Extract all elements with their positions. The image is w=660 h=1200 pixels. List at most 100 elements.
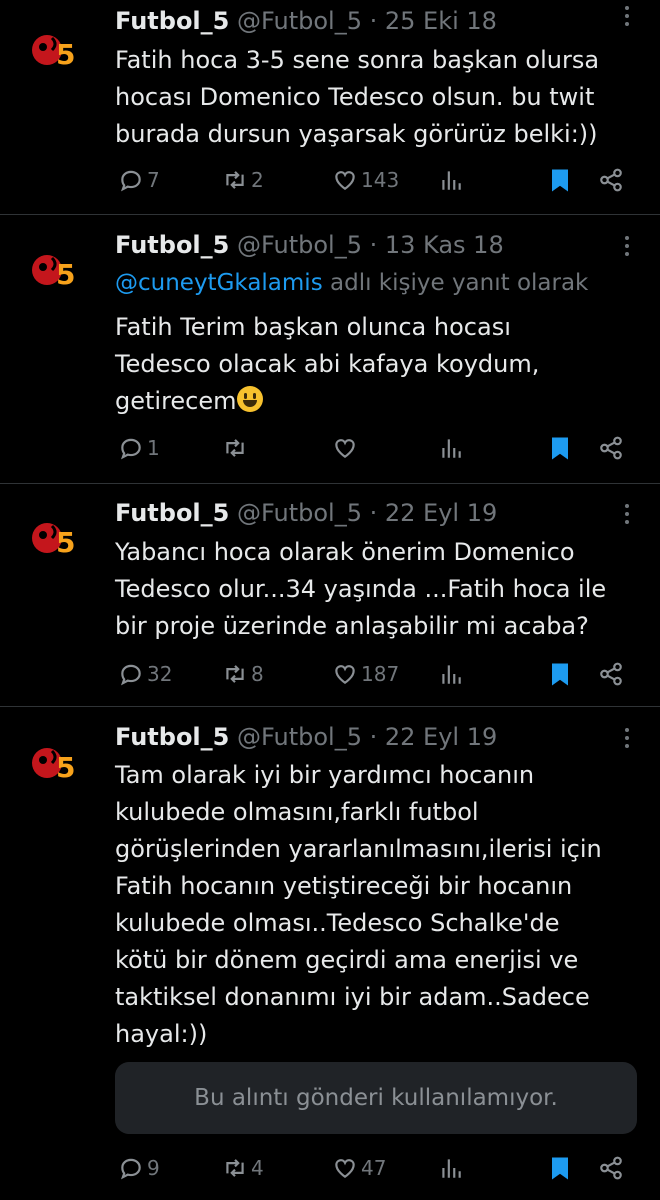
views-icon <box>438 435 464 461</box>
tweet[interactable]: 5 Futbol_5 @Futbol_5 · 22 Eyl 19 Yabancı… <box>0 484 660 706</box>
bookmark-icon <box>548 167 572 193</box>
heart-icon <box>332 1155 358 1181</box>
reply-icon <box>118 167 144 193</box>
tweet-text: Yabancı hoca olarak önerim Domenico Tede… <box>115 538 607 640</box>
reply-button[interactable]: 32 <box>118 661 172 687</box>
svg-text:5: 5 <box>56 526 75 559</box>
like-count: 143 <box>361 168 400 192</box>
reply-button[interactable]: 1 <box>118 435 160 461</box>
like-button[interactable]: 47 <box>332 1155 386 1181</box>
author-meta[interactable]: @Futbol_5 · 22 Eyl 19 <box>237 499 497 527</box>
tweet-text-body: Fatih Terim başkan olunca hocası Tedesco… <box>115 313 540 415</box>
avatar[interactable]: 5 <box>32 246 78 292</box>
tweet-header: Futbol_5 @Futbol_5 · 25 Eki 18 <box>115 6 600 36</box>
author-name[interactable]: Futbol_5 <box>115 231 229 259</box>
bookmark-icon <box>548 661 572 687</box>
retweet-button[interactable]: 8 <box>222 661 264 687</box>
retweet-button[interactable]: 4 <box>222 1155 264 1181</box>
avatar[interactable]: 5 <box>32 514 78 560</box>
retweet-button[interactable]: 2 <box>222 167 264 193</box>
views-button[interactable] <box>438 435 464 461</box>
tweet[interactable]: 5 Futbol_5 @Futbol_5 · 25 Eki 18 Fatih h… <box>0 0 660 214</box>
avatar[interactable]: 5 <box>32 26 78 72</box>
svg-text:5: 5 <box>56 751 75 784</box>
views-icon <box>438 1155 464 1181</box>
author-meta[interactable]: @Futbol_5 · 13 Kas 18 <box>237 231 504 259</box>
grinning-emoji-icon <box>236 386 263 412</box>
like-button[interactable]: 143 <box>332 167 399 193</box>
tweet-actions: 7 2 143 <box>0 167 660 197</box>
tweet-header: Futbol_5 @Futbol_5 · 22 Eyl 19 <box>115 722 600 752</box>
avatar[interactable]: 5 <box>32 739 78 785</box>
retweet-icon <box>222 1155 248 1181</box>
author-name[interactable]: Futbol_5 <box>115 499 229 527</box>
like-count: 187 <box>361 662 400 686</box>
views-button[interactable] <box>438 661 464 687</box>
heart-icon <box>332 435 358 461</box>
views-icon <box>438 661 464 687</box>
reply-count: 9 <box>147 1156 160 1180</box>
svg-text:5: 5 <box>56 258 75 291</box>
bookmark-button[interactable] <box>548 167 572 193</box>
retweet-count: 2 <box>251 168 264 192</box>
reply-button[interactable]: 7 <box>118 167 160 193</box>
tweet[interactable]: 5 Futbol_5 @Futbol_5 · 13 Kas 18 @cuneyt… <box>0 215 660 483</box>
views-button[interactable] <box>438 1155 464 1181</box>
author-meta[interactable]: @Futbol_5 · 22 Eyl 19 <box>237 723 497 751</box>
share-button[interactable] <box>598 167 624 193</box>
bookmark-icon <box>548 1155 572 1181</box>
more-icon[interactable] <box>622 728 632 752</box>
share-icon <box>598 167 624 193</box>
reply-icon <box>118 661 144 687</box>
retweet-button[interactable] <box>222 435 251 461</box>
svg-text:5: 5 <box>56 38 75 71</box>
retweet-icon <box>222 435 248 461</box>
bookmark-button[interactable] <box>548 661 572 687</box>
author-name[interactable]: Futbol_5 <box>115 723 229 751</box>
more-icon[interactable] <box>622 504 632 528</box>
reply-mention-link[interactable]: @cuneytGkalamis <box>115 270 323 296</box>
more-icon[interactable] <box>622 236 632 260</box>
tweet-text: Fatih hoca 3-5 sene sonra başkan olursa … <box>115 46 600 148</box>
tweet-header: Futbol_5 @Futbol_5 · 22 Eyl 19 <box>115 498 600 528</box>
bookmark-icon <box>548 435 572 461</box>
reply-context: @cuneytGkalamis adlı kişiye yanıt olarak <box>115 270 588 296</box>
like-button[interactable] <box>332 435 361 461</box>
tweet-header: Futbol_5 @Futbol_5 · 13 Kas 18 <box>115 230 600 260</box>
author-meta[interactable]: @Futbol_5 · 25 Eki 18 <box>237 7 497 35</box>
views-button[interactable] <box>438 167 464 193</box>
reply-context-label: adlı kişiye yanıt olarak <box>322 270 589 296</box>
share-button[interactable] <box>598 1155 624 1181</box>
retweet-icon <box>222 167 248 193</box>
share-icon <box>598 661 624 687</box>
share-icon <box>598 435 624 461</box>
tweet[interactable]: 5 Futbol_5 @Futbol_5 · 22 Eyl 19 Tam ola… <box>0 707 660 1200</box>
share-icon <box>598 1155 624 1181</box>
retweet-count: 4 <box>251 1156 264 1180</box>
reply-count: 32 <box>147 662 173 686</box>
reply-icon <box>118 435 144 461</box>
retweet-icon <box>222 661 248 687</box>
views-icon <box>438 167 464 193</box>
like-button[interactable]: 187 <box>332 661 399 687</box>
tweet-actions: 32 8 187 <box>0 661 660 691</box>
heart-icon <box>332 167 358 193</box>
share-button[interactable] <box>598 435 624 461</box>
author-name[interactable]: Futbol_5 <box>115 7 229 35</box>
bookmark-button[interactable] <box>548 435 572 461</box>
tweet-text: Tam olarak iyi bir yardımcı hocanın kulu… <box>115 761 602 1048</box>
tweet-actions: 1 <box>0 435 660 465</box>
reply-icon <box>118 1155 144 1181</box>
retweet-count: 8 <box>251 662 264 686</box>
reply-count: 7 <box>147 168 160 192</box>
like-count: 47 <box>361 1156 387 1180</box>
more-icon[interactable] <box>622 6 632 30</box>
reply-count: 1 <box>147 436 160 460</box>
tweet-actions: 9 4 47 <box>0 1155 660 1185</box>
bookmark-button[interactable] <box>548 1155 572 1181</box>
quote-unavailable-card: Bu alıntı gönderi kullanılamıyor. <box>115 1062 637 1134</box>
share-button[interactable] <box>598 661 624 687</box>
reply-button[interactable]: 9 <box>118 1155 160 1181</box>
heart-icon <box>332 661 358 687</box>
tweet-text: Fatih Terim başkan olunca hocası Tedesco… <box>115 309 645 420</box>
